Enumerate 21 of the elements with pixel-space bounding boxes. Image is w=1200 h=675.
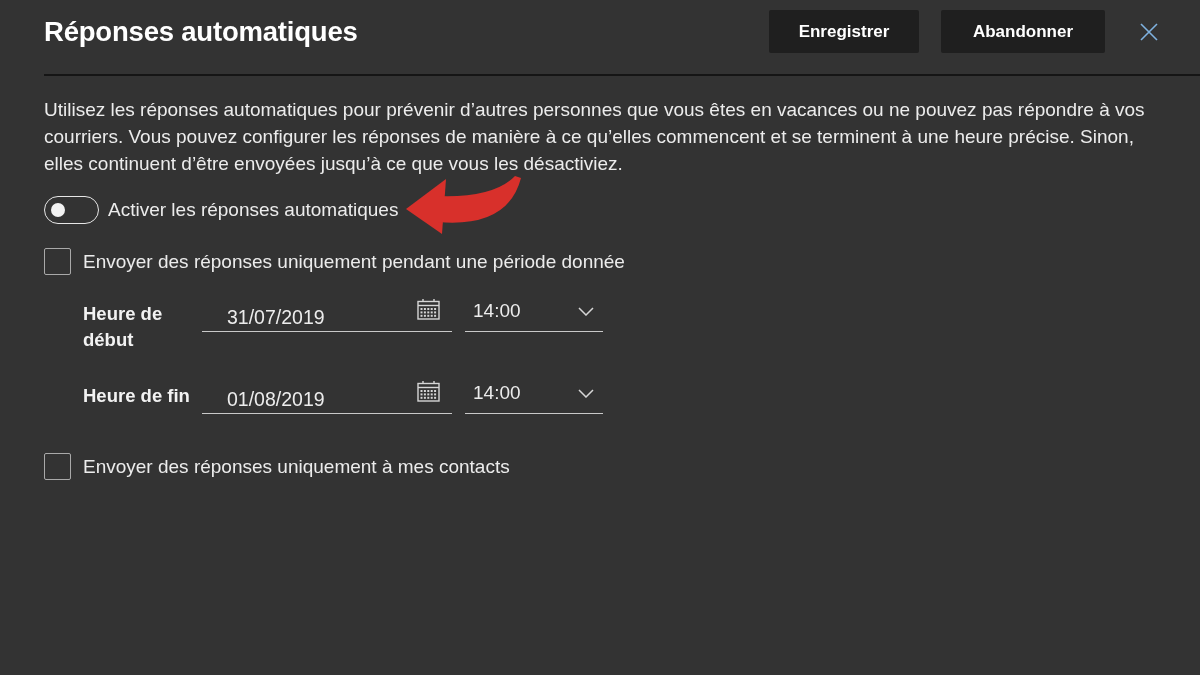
checkbox[interactable] (44, 248, 71, 275)
checkbox-label: Envoyer des réponses uniquement pendant une période donnée (83, 250, 625, 273)
description-text: Utilisez les réponses automatiques pour prévenir d’autres personnes que vous êtes en vacances ou ne pouvez pas répondre à vos courriers. Vous pouvez configurer les réponses de manière à ce qu’elles commencent et se terminent à une heure précise. Sinon, elles continuent d’être envoyées jusqu’à ce que vous les désactiviez. (44, 98, 1146, 176)
chevron-down-icon (578, 306, 594, 316)
chevron-down-icon (578, 388, 594, 398)
field-label: Heure de début (83, 302, 164, 352)
checkbox-label: Envoyer des réponses uniquement à mes contacts (83, 455, 510, 478)
field-label: Heure de fin (83, 384, 191, 408)
dialog-title: Réponses automatiques (44, 15, 358, 48)
toggle-label: Activer les réponses automatiques (108, 199, 399, 221)
discard-button[interactable]: Abandonner (941, 10, 1105, 53)
time-dropdown[interactable]: 14:00 (465, 379, 603, 414)
close-icon[interactable] (1140, 22, 1158, 41)
time-dropdown[interactable]: 14:00 (465, 297, 603, 332)
curved-arrow-icon (406, 176, 521, 234)
date-field[interactable]: 31/07/2019 (202, 297, 452, 332)
calendar-icon[interactable] (417, 299, 440, 320)
date-field[interactable]: 01/08/2019 (202, 379, 452, 414)
checkbox[interactable] (44, 453, 71, 480)
calendar-icon[interactable] (417, 381, 440, 402)
save-button[interactable]: Enregistrer (769, 10, 919, 53)
